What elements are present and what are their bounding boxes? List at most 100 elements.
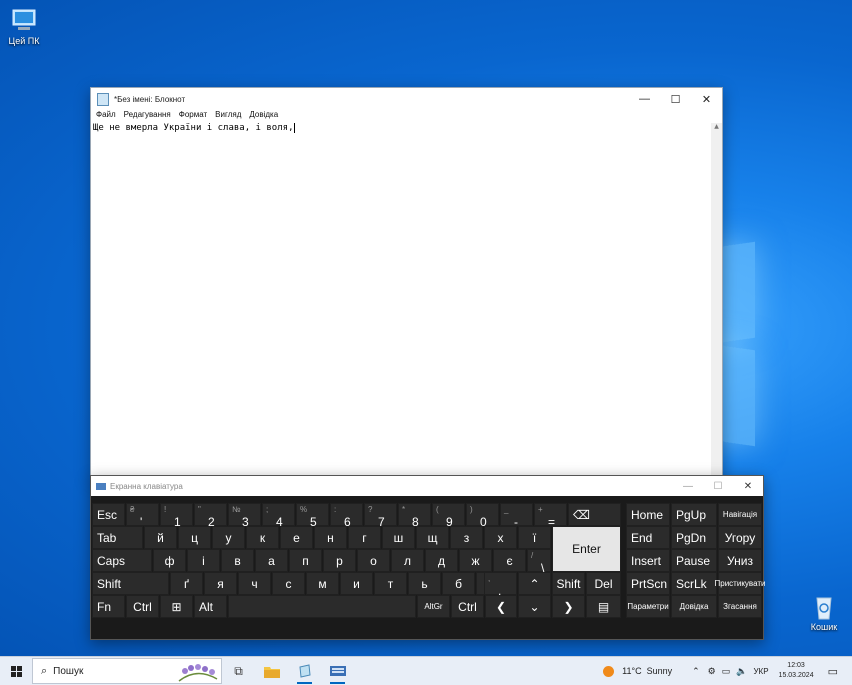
key-row4-8[interactable]: б (442, 572, 475, 595)
key-row4-7[interactable]: ь (408, 572, 441, 595)
key-row1-9[interactable]: (9 (432, 503, 465, 529)
key-row3-10[interactable]: є (493, 549, 526, 572)
chevron-up-icon[interactable]: ⌃ (692, 666, 700, 677)
key-space[interactable] (228, 595, 416, 618)
key-row3-3[interactable]: а (255, 549, 288, 572)
key-pause[interactable]: Pause (671, 549, 717, 572)
key-row2-3[interactable]: к (246, 526, 279, 549)
file-explorer-icon[interactable] (255, 657, 288, 685)
key-row3-4[interactable]: п (289, 549, 322, 572)
key-row4-6[interactable]: т (374, 572, 407, 595)
key-row3-8[interactable]: д (425, 549, 458, 572)
key-row4-2[interactable]: ч (238, 572, 271, 595)
key-right-shift[interactable]: Shift (552, 572, 585, 595)
key-row2-1[interactable]: ц (178, 526, 211, 549)
key-row1-11[interactable]: _ - (500, 503, 533, 529)
key-row2-7[interactable]: ш (382, 526, 415, 549)
key-scrlk[interactable]: ScrLk (671, 572, 717, 595)
key-home[interactable]: Home (626, 503, 670, 526)
osk-titlebar[interactable]: Екранна клавіатура — ☐ ✕ (91, 476, 763, 496)
key-row1-6[interactable]: :6 (330, 503, 363, 529)
key-row2-11[interactable]: ї (518, 526, 551, 549)
text-editor[interactable]: Ще не вмерла України і слава, і воля, (91, 123, 711, 478)
close-icon[interactable]: ✕ (733, 481, 763, 492)
minimize-icon[interactable]: — (629, 88, 660, 110)
key-end[interactable]: End (626, 526, 670, 549)
key-move-down[interactable]: Униз (718, 549, 762, 572)
display-icon[interactable]: ▭ (722, 666, 731, 677)
key-row2-10[interactable]: х (484, 526, 517, 549)
key-row2-5[interactable]: н (314, 526, 347, 549)
key-fade[interactable]: Згасання (718, 595, 762, 618)
key-row3-9[interactable]: ж (459, 549, 492, 572)
key-row3-0[interactable]: ф (153, 549, 186, 572)
notifications-icon[interactable]: ▭ (828, 665, 838, 678)
key-row2-8[interactable]: щ (416, 526, 449, 549)
key-row1-4[interactable]: ; 4 (262, 503, 295, 529)
start-button[interactable] (0, 657, 32, 685)
vertical-scrollbar[interactable]: ▲ (711, 123, 722, 478)
key-row2-2[interactable]: у (212, 526, 245, 549)
key-del[interactable]: Del (586, 572, 621, 595)
search-box[interactable]: ⌕ Пошук (32, 658, 222, 684)
key-move-up[interactable]: Угору (718, 526, 762, 549)
key-ctrl-right[interactable]: Ctrl (451, 595, 484, 618)
key-row1-10[interactable]: ) 0 (466, 503, 499, 529)
maximize-icon[interactable]: ☐ (703, 481, 733, 492)
close-icon[interactable]: ✕ (691, 88, 722, 110)
key-row3-6[interactable]: о (357, 549, 390, 572)
menu-key-icon[interactable]: ▤ (586, 595, 621, 618)
on-screen-keyboard-taskbar-icon[interactable] (321, 657, 354, 685)
key-row2-0[interactable]: й (144, 526, 177, 549)
key-row3-5[interactable]: р (323, 549, 356, 572)
key-row1-7[interactable]: ? 7 (364, 503, 397, 529)
key-help[interactable]: Довідка (671, 595, 717, 618)
key-row2-4[interactable]: е (280, 526, 313, 549)
volume-icon[interactable]: 🔈 (736, 666, 747, 677)
key-row4-1[interactable]: я (204, 572, 237, 595)
scroll-up-icon[interactable]: ▲ (711, 123, 722, 133)
minimize-icon[interactable]: — (673, 481, 703, 492)
key-options[interactable]: Параметри (626, 595, 670, 618)
key-row3-7[interactable]: л (391, 549, 424, 572)
menu-edit[interactable]: Редагування (124, 110, 171, 123)
arrow-up-icon[interactable]: ⌃ (518, 572, 551, 595)
key-backslash[interactable]: / \ (527, 549, 551, 575)
desktop-icon-recycle-bin[interactable]: Кошик (794, 594, 852, 632)
windows-key-icon[interactable]: ⊞ (160, 595, 193, 618)
key-navigation[interactable]: Навігація (718, 503, 762, 526)
key-alt[interactable]: Alt (194, 595, 227, 618)
key-fn[interactable]: Fn (92, 595, 125, 618)
key-row1-5[interactable]: % 5 (296, 503, 329, 529)
key-caps[interactable]: Caps (92, 549, 152, 572)
desktop-icon-this-pc[interactable]: Цей ПК (0, 8, 54, 46)
arrow-left-icon[interactable]: ❮ (485, 595, 517, 618)
arrow-down-icon[interactable]: ⌄ (518, 595, 551, 618)
arrow-right-icon[interactable]: ❯ (552, 595, 585, 618)
key-pgdn[interactable]: PgDn (671, 526, 717, 549)
key-row2-9[interactable]: з (450, 526, 483, 549)
key-row4-4[interactable]: м (306, 572, 339, 595)
maximize-icon[interactable]: ☐ (660, 88, 691, 110)
language-indicator[interactable]: УКР (753, 667, 768, 676)
key-altgr[interactable]: AltGr (417, 595, 450, 618)
network-icon[interactable]: ⚙ (708, 666, 716, 677)
key-row1-2[interactable]: " 2 (194, 503, 227, 529)
key-pgup[interactable]: PgUp (671, 503, 717, 526)
key-row1-3[interactable]: № 3 (228, 503, 261, 529)
key-row2-6[interactable]: г (348, 526, 381, 549)
menu-view[interactable]: Вигляд (215, 110, 241, 123)
key-row1-8[interactable]: * 8 (398, 503, 431, 529)
key-ctrl-left[interactable]: Ctrl (126, 595, 159, 618)
menu-help[interactable]: Довідка (249, 110, 278, 123)
key-row4-0[interactable]: ґ (170, 572, 203, 595)
key-prtscn[interactable]: PrtScn (626, 572, 670, 595)
key-period[interactable]: ,. (484, 572, 517, 598)
notepad-titlebar[interactable]: *Без імені: Блокнот — ☐ ✕ (91, 88, 722, 110)
weather-widget[interactable]: 11°C Sunny (603, 665, 672, 677)
key-row1-12[interactable]: + = (534, 503, 567, 529)
task-view-icon[interactable]: ⧉ (222, 657, 255, 685)
key-left-shift[interactable]: Shift (92, 572, 169, 595)
key-dock[interactable]: Пристикувати (715, 572, 765, 595)
key-esc[interactable]: Esc (92, 503, 125, 526)
